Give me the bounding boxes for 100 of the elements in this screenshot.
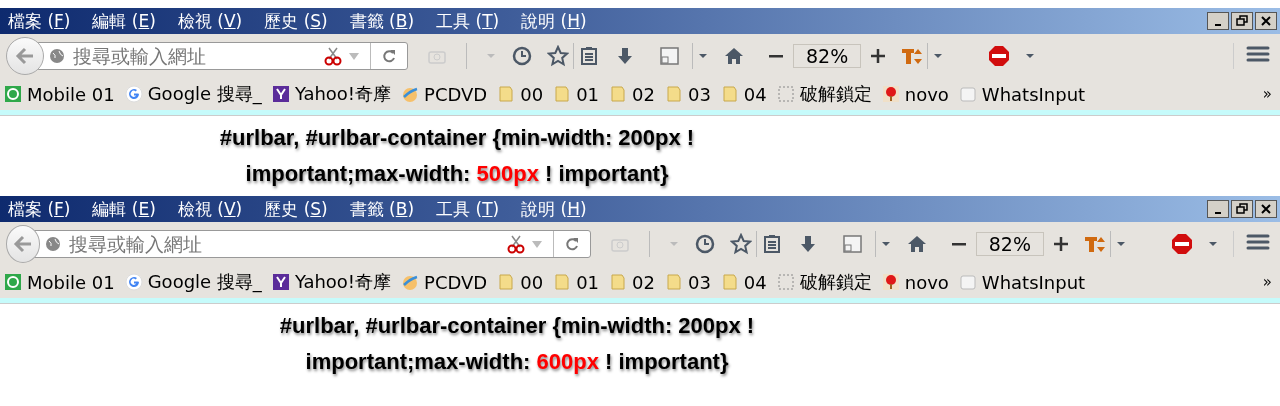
menu-item[interactable]: 書籤 (B) — [349, 9, 415, 33]
menu-item[interactable]: 編輯 (E) — [92, 9, 156, 33]
address-field[interactable]: 搜尋或輸入網址 — [38, 42, 408, 70]
bookmark-item[interactable]: Google 搜尋_ — [147, 270, 262, 294]
reload-icon[interactable] — [563, 236, 580, 252]
bookmark-item[interactable]: Google 搜尋_ — [147, 82, 262, 106]
folder-icon — [609, 273, 628, 291]
keyboard-key-icon — [958, 85, 977, 103]
restore-button[interactable] — [1231, 12, 1253, 30]
back-arrow-icon — [13, 235, 34, 253]
menu-item[interactable]: 檢視 (V) — [177, 9, 243, 33]
menu-item[interactable]: 說明 (H) — [521, 197, 587, 221]
site-icon — [401, 273, 420, 291]
pushpin-icon — [881, 85, 900, 103]
zoom-level[interactable]: 82% — [975, 232, 1044, 256]
history-clock-icon[interactable] — [693, 233, 716, 255]
minimize-icon — [1215, 24, 1221, 26]
bookmark-item[interactable]: 02 — [632, 271, 655, 293]
folder-icon — [497, 85, 516, 103]
folder-icon — [553, 85, 572, 103]
bookmark-item[interactable]: 00 — [520, 271, 544, 293]
bookmark-item[interactable]: 04 — [743, 83, 767, 105]
menu-item[interactable]: 說明 (H) — [521, 9, 587, 33]
close-button[interactable] — [1255, 200, 1277, 218]
folder-icon — [720, 85, 739, 103]
back-button[interactable] — [6, 37, 44, 75]
clipboard-list-icon[interactable] — [578, 45, 600, 67]
bookmark-item[interactable]: 破解鎖定 — [799, 82, 872, 106]
overflow-chevron[interactable]: » — [1262, 85, 1272, 103]
adblock-stop-icon[interactable] — [988, 45, 1011, 67]
site-icon — [271, 85, 290, 103]
overflow-chevron[interactable]: » — [1262, 273, 1272, 291]
bookmark-item[interactable]: Yahoo!奇摩 — [294, 82, 392, 106]
css-caption: #urlbar, #urlbar-container {min-width: 200px ! important;max-width: 500px ! important} — [218, 124, 696, 188]
restore-icon — [1236, 15, 1248, 27]
back-arrow-icon — [15, 47, 35, 65]
site-icon — [271, 273, 290, 291]
menu-item[interactable]: 歷史 (S) — [264, 9, 328, 33]
history-clock-icon[interactable] — [511, 45, 533, 67]
bookmark-item[interactable]: 04 — [743, 271, 767, 293]
site-icon — [124, 273, 143, 291]
close-icon — [1261, 16, 1271, 26]
close-button[interactable] — [1255, 12, 1277, 30]
bookmark-item[interactable]: WhatsInput — [981, 271, 1086, 293]
zoom-level[interactable]: 82% — [793, 44, 862, 68]
dashed-square-icon — [776, 273, 795, 291]
bookmark-item[interactable]: PCDVD — [424, 83, 488, 105]
address-input[interactable]: 搜尋或輸入網址 — [67, 232, 501, 256]
bookmark-item[interactable]: 02 — [632, 83, 655, 105]
site-icon — [401, 85, 420, 103]
minimize-button[interactable] — [1207, 12, 1229, 30]
bookmark-item[interactable]: 破解鎖定 — [799, 270, 872, 294]
bookmark-item[interactable]: Yahoo!奇摩 — [294, 270, 392, 294]
dashed-square-icon — [776, 85, 795, 103]
menu-item[interactable]: 編輯 (E) — [92, 197, 156, 221]
folder-icon — [664, 273, 683, 291]
site-icon — [124, 85, 143, 103]
menu-item[interactable]: 檔案 (F) — [8, 9, 71, 33]
adblock-stop-icon[interactable] — [1171, 233, 1193, 255]
bookmark-item[interactable]: 03 — [687, 271, 711, 293]
minimize-icon — [1215, 212, 1221, 214]
globe-icon — [45, 236, 62, 252]
menu-item[interactable]: 檢視 (V) — [177, 197, 243, 221]
bookmark-item[interactable]: 03 — [687, 83, 711, 105]
scissors-icon[interactable] — [506, 234, 525, 254]
keyboard-key-icon — [958, 273, 977, 291]
menu-item[interactable]: 檔案 (F) — [8, 197, 71, 221]
restore-icon — [1236, 203, 1248, 215]
menu-item[interactable]: 書籤 (B) — [349, 197, 415, 221]
bookmark-item[interactable]: novo — [904, 271, 949, 293]
bookmark-item[interactable]: WhatsInput — [981, 83, 1086, 105]
address-field[interactable]: 搜尋或輸入網址 — [34, 230, 591, 258]
scissors-icon[interactable] — [324, 46, 342, 66]
pushpin-icon — [881, 273, 900, 291]
star-icon[interactable] — [547, 45, 569, 67]
bookmark-item[interactable]: Mobile 01 — [27, 271, 115, 293]
folder-icon — [497, 273, 516, 291]
reload-icon[interactable] — [381, 48, 397, 64]
menu-item[interactable]: 工具 (T) — [436, 197, 500, 221]
close-icon — [1261, 204, 1271, 214]
minimize-button[interactable] — [1207, 200, 1229, 218]
bookmark-item[interactable]: novo — [904, 83, 949, 105]
star-icon[interactable] — [729, 233, 752, 255]
bookmark-item[interactable]: PCDVD — [424, 271, 488, 293]
folder-icon — [609, 85, 628, 103]
bookmark-item[interactable]: 01 — [576, 271, 600, 293]
back-button[interactable] — [6, 225, 41, 263]
folder-icon — [664, 85, 683, 103]
restore-button[interactable] — [1231, 200, 1253, 218]
bookmark-item[interactable]: Mobile 01 — [27, 83, 115, 105]
bookmark-item[interactable]: 00 — [520, 83, 544, 105]
menu-item[interactable]: 歷史 (S) — [264, 197, 328, 221]
folder-icon — [553, 273, 572, 291]
folder-icon — [720, 273, 739, 291]
address-input[interactable]: 搜尋或輸入網址 — [71, 44, 318, 68]
css-caption: #urlbar, #urlbar-container {min-width: 200px ! important;max-width: 600px ! important} — [278, 312, 756, 376]
menu-item[interactable]: 工具 (T) — [436, 9, 500, 33]
site-icon — [4, 85, 22, 103]
site-icon — [4, 273, 22, 291]
bookmark-item[interactable]: 01 — [576, 83, 600, 105]
